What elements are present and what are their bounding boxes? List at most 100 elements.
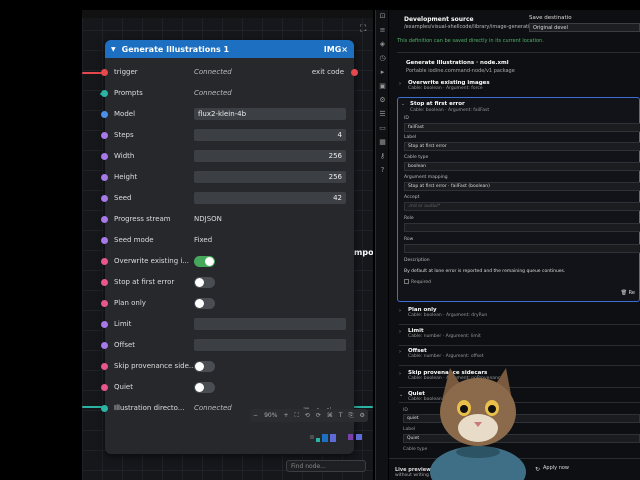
input-port-icon[interactable]	[101, 321, 108, 328]
row-input[interactable]	[404, 244, 640, 253]
info-icon[interactable]: ⊡	[376, 12, 389, 26]
number-field[interactable]: 256	[194, 150, 346, 162]
input-port-icon[interactable]	[101, 300, 108, 307]
play-icon[interactable]: ▸	[376, 68, 389, 82]
input-port-icon[interactable]	[101, 258, 108, 265]
toolbar-button[interactable]: ⚙	[359, 412, 364, 419]
description-label: Description	[404, 258, 430, 263]
close-icon[interactable]: ×	[341, 45, 348, 54]
input-label: Steps	[114, 131, 134, 139]
settings-icon[interactable]: ⚙	[376, 96, 389, 110]
divider	[397, 52, 640, 53]
input-port-icon[interactable]	[101, 69, 108, 76]
role-input[interactable]	[404, 223, 640, 232]
refresh-icon[interactable]: ↻	[535, 466, 540, 473]
input-label: Progress stream	[114, 215, 171, 223]
quiet-id-label: ID	[403, 408, 408, 413]
minimap[interactable]	[310, 432, 364, 446]
input-label: Model	[114, 110, 136, 118]
arg-item[interactable]: › Limit Cable: number · Argument: limit	[399, 328, 640, 339]
input-port-icon[interactable]	[101, 237, 108, 244]
toolbar-button[interactable]: ⎘	[349, 412, 354, 420]
input-port-icon[interactable]	[101, 216, 108, 223]
toggle-switch[interactable]	[194, 298, 215, 309]
arg-sub: Cable: boolean · Argument: dryRun	[408, 313, 488, 318]
input-label: Seed	[114, 194, 132, 202]
apply-now-button[interactable]: Apply now	[543, 465, 569, 471]
generate-illustrations-node[interactable]: ▼ Generate Illustrations 1 IMG × trigger…	[101, 40, 358, 454]
git-icon[interactable]: ◈	[376, 40, 389, 54]
input-field[interactable]: flux2-klein-4b	[194, 108, 346, 120]
output-port-icon[interactable]	[351, 69, 358, 76]
toggle-switch[interactable]	[194, 256, 215, 267]
input-value[interactable]: Fixed	[194, 236, 212, 244]
key-icon[interactable]: ⚷	[376, 152, 389, 166]
toggle-switch[interactable]	[194, 361, 215, 372]
input-port-icon[interactable]	[101, 90, 108, 97]
arg-sub: Cable: boolean · Argument: force	[408, 86, 483, 91]
remove-button[interactable]: 🗑 Re	[621, 290, 635, 296]
arg-item[interactable]: › Plan only Cable: boolean · Argument: dry…	[399, 307, 640, 318]
input-port-icon[interactable]	[101, 174, 108, 181]
expand-icon[interactable]: ⛶	[360, 24, 366, 34]
label-input[interactable]: Stop at first error	[404, 142, 640, 151]
toolbar-button[interactable]: ⟲	[305, 412, 310, 419]
connected-status: Connected	[194, 89, 232, 97]
checkbox-icon[interactable]	[404, 279, 409, 284]
accept-input[interactable]: .md or audio/*	[404, 202, 640, 211]
toolbar-button[interactable]: ⛶	[295, 412, 299, 420]
toolbar-button[interactable]: ⟳	[316, 412, 321, 419]
toolbar-button[interactable]: ⌘	[327, 412, 333, 419]
accept-label: Accept	[404, 195, 420, 200]
input-port-icon[interactable]	[101, 132, 108, 139]
toggle-switch[interactable]	[194, 382, 215, 393]
toolbar-button[interactable]: 90%	[264, 412, 277, 419]
help-icon[interactable]: ?	[376, 166, 389, 180]
description-text[interactable]: By default at lone error is reported and…	[404, 269, 565, 274]
collapse-triangle-icon[interactable]: ▼	[111, 46, 116, 53]
package-icon[interactable]: ▣	[376, 82, 389, 96]
chart-icon[interactable]: ▦	[376, 138, 389, 152]
find-node-input[interactable]: Find node...	[286, 460, 366, 472]
cable-type-select[interactable]: boolean	[404, 162, 640, 171]
package-type: Portable iodine.command-node/v1 package	[406, 68, 515, 74]
row-label: Row	[404, 237, 414, 242]
input-port-icon[interactable]	[101, 384, 108, 391]
argument-mapping-select[interactable]: Stop at first error · failFast (boolean)	[404, 182, 640, 191]
cat-pupil-left	[460, 405, 468, 413]
history-icon[interactable]: ◷	[376, 54, 389, 68]
input-port-icon[interactable]	[101, 111, 108, 118]
input-port-icon[interactable]	[101, 342, 108, 349]
toolbar-button[interactable]: +	[283, 412, 288, 419]
toolbar-button[interactable]: T	[339, 412, 343, 419]
number-field[interactable]: 4	[194, 129, 346, 141]
list-icon[interactable]: ☰	[376, 110, 389, 124]
toolbar-button[interactable]: −	[253, 412, 258, 419]
node-header[interactable]: ▼ Generate Illustrations 1 IMG ×	[105, 40, 354, 58]
input-port-icon[interactable]	[101, 363, 108, 370]
input-port-icon[interactable]	[101, 279, 108, 286]
save-destination-select[interactable]: Original devel	[529, 23, 640, 32]
number-field[interactable]: 42	[194, 192, 346, 204]
minimap-block-4	[330, 434, 336, 442]
sliders-icon[interactable]: ≡	[376, 26, 389, 40]
input-field[interactable]	[194, 339, 346, 351]
number-field[interactable]: 256	[194, 171, 346, 183]
node-input-row: Skip provenance side...	[101, 360, 354, 374]
input-value[interactable]: NDJSON	[194, 215, 222, 223]
id-input[interactable]: failFast	[404, 123, 640, 132]
terminal-icon[interactable]: ▭	[376, 124, 389, 138]
chevron-down-icon[interactable]: ⌄	[401, 102, 405, 107]
input-port-icon[interactable]	[101, 195, 108, 202]
quiet-label-label: Label	[403, 427, 416, 432]
input-field[interactable]	[194, 318, 346, 330]
offscreen-node-label: mpo	[354, 248, 373, 257]
minimap-block-3	[322, 434, 328, 442]
required-checkbox[interactable]: Required	[404, 279, 431, 285]
input-port-icon[interactable]	[101, 153, 108, 160]
arg-overwrite[interactable]: › Overwrite existing images Cable: boole…	[399, 80, 640, 91]
node-type-badge: IMG	[323, 44, 342, 54]
arg-item[interactable]: › Offset Cable: number · Argument: offset	[399, 348, 640, 359]
toggle-switch[interactable]	[194, 277, 215, 288]
card-title: Stop at first error	[410, 101, 465, 107]
